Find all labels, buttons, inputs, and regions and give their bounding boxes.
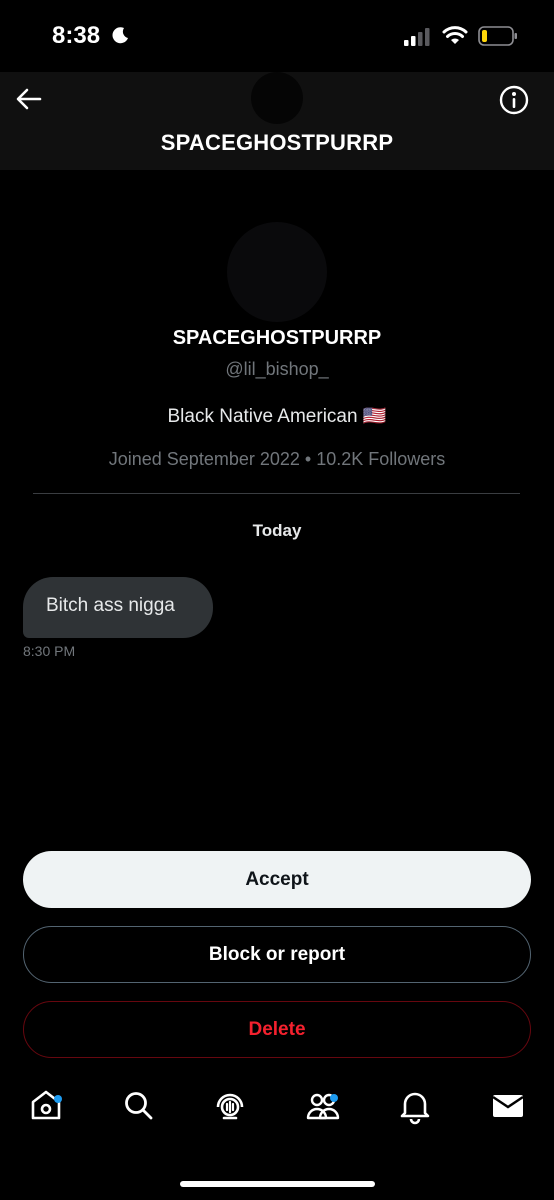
home-indicator bbox=[180, 1181, 375, 1187]
message-bubble[interactable]: Bitch ass nigga bbox=[23, 577, 213, 638]
page-title: SPACEGHOSTPURRP bbox=[160, 130, 394, 155]
message-text: Bitch ass nigga bbox=[46, 595, 175, 616]
spaces-icon bbox=[216, 1093, 244, 1120]
profile-name: SPACEGHOSTPURRP bbox=[172, 327, 382, 349]
delete-button[interactable]: Delete bbox=[23, 1001, 531, 1058]
conversation-header: SPACEGHOSTPURRP bbox=[0, 72, 554, 170]
mail-icon bbox=[492, 1095, 524, 1117]
tab-home[interactable] bbox=[26, 1085, 66, 1125]
accept-button[interactable]: Accept bbox=[23, 851, 531, 908]
date-separator: Today bbox=[252, 521, 302, 540]
battery-icon bbox=[478, 26, 517, 46]
info-icon[interactable] bbox=[498, 84, 530, 116]
bell-icon bbox=[400, 1092, 430, 1125]
bottom-tab-bar bbox=[0, 1085, 554, 1155]
profile-bio: Black Native American 🇺🇸 bbox=[167, 406, 387, 427]
communities-badge-dot bbox=[330, 1094, 338, 1102]
tab-search[interactable] bbox=[118, 1085, 158, 1125]
profile-meta: Joined September 2022 • 10.2K Followers bbox=[108, 449, 446, 469]
moon-icon bbox=[112, 27, 128, 44]
home-badge-dot bbox=[54, 1095, 62, 1103]
search-icon bbox=[125, 1092, 153, 1120]
tab-notifications[interactable] bbox=[395, 1085, 435, 1125]
tab-spaces[interactable] bbox=[210, 1085, 250, 1125]
message-timestamp: 8:30 PM bbox=[23, 643, 76, 659]
communities-icon bbox=[306, 1093, 340, 1120]
wifi-icon bbox=[442, 26, 468, 44]
home-icon bbox=[31, 1090, 61, 1120]
tab-messages[interactable] bbox=[488, 1085, 528, 1125]
header-avatar[interactable] bbox=[251, 72, 303, 124]
back-arrow-icon[interactable] bbox=[14, 84, 44, 114]
profile-avatar[interactable] bbox=[227, 222, 327, 322]
cellular-signal-icon bbox=[404, 28, 430, 46]
divider bbox=[33, 493, 520, 494]
status-time: 8:38 bbox=[52, 22, 101, 49]
block-or-report-button[interactable]: Block or report bbox=[23, 926, 531, 983]
status-bar: 8:38 bbox=[0, 0, 554, 72]
tab-communities[interactable] bbox=[303, 1085, 343, 1125]
profile-handle: @lil_bishop_ bbox=[225, 359, 329, 379]
